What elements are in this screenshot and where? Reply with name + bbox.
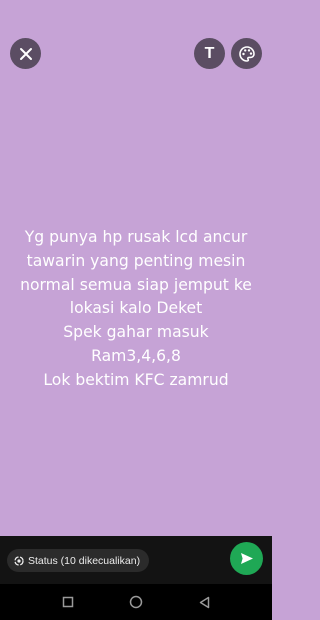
audience-label: Status (10 dikecualikan) xyxy=(28,554,141,567)
back-button[interactable] xyxy=(196,594,212,610)
send-arrow-icon xyxy=(241,553,253,564)
status-text[interactable]: Yg punya hp rusak lcd ancur tawarin yang… xyxy=(0,226,272,393)
close-icon xyxy=(19,47,32,60)
palette-icon xyxy=(238,45,255,62)
send-button[interactable] xyxy=(230,542,263,575)
status-circle-icon xyxy=(14,555,24,566)
home-button[interactable] xyxy=(128,594,144,610)
recent-apps-button[interactable] xyxy=(60,594,76,610)
recent-apps-icon xyxy=(62,596,74,608)
color-palette-button[interactable] xyxy=(231,38,262,69)
text-format-button[interactable]: T xyxy=(194,38,225,69)
close-button[interactable] xyxy=(10,38,41,69)
text-format-icon: T xyxy=(204,44,215,62)
audience-selector[interactable]: Status (10 dikecualikan) xyxy=(7,549,150,572)
home-icon xyxy=(129,595,143,609)
back-icon xyxy=(199,596,209,608)
